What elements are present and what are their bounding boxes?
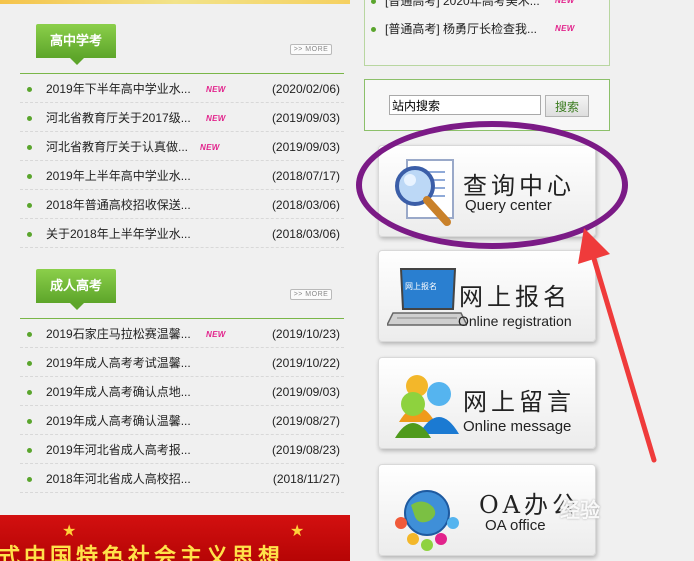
card-title-en: Online message: [463, 418, 572, 435]
list-item[interactable]: 河北省教育厅关于2017级... NEW (2019/09/03): [20, 103, 344, 132]
item-title[interactable]: 河北省教育厅关于2017级...: [46, 103, 191, 133]
bullet-icon: [27, 361, 32, 366]
item-title[interactable]: 2019年成人高考确认点地...: [46, 377, 191, 407]
list-item[interactable]: 河北省教育厅关于认真做... NEW (2019/09/03): [20, 132, 344, 161]
search-button[interactable]: 搜索: [545, 95, 589, 117]
item-title[interactable]: 2019年河北省成人高考报...: [46, 435, 191, 465]
item-date: (2020/02/06): [271, 82, 340, 96]
item-date: (2019/08/23): [271, 443, 340, 457]
list-item[interactable]: [普通高考] 2020年高考美术... NEW: [365, 0, 609, 14]
top-color-bar: [0, 0, 350, 4]
item-title[interactable]: [普通高考] 杨勇厅长检查我...: [385, 16, 537, 42]
bullet-icon: [27, 203, 32, 208]
item-title[interactable]: 2019年成人高考考试温馨...: [46, 348, 191, 378]
item-date: (2019/10/22): [271, 356, 340, 370]
bullet-icon: [371, 0, 376, 4]
section-high-school: 高中学考 >> MORE 2019年下半年高中学业水... NEW (2020/02…: [20, 24, 344, 248]
laptop-screen-label: 网上报名: [405, 282, 437, 291]
list-item[interactable]: 2019年成人高考考试温馨... (2019/10/22): [20, 348, 344, 377]
new-badge: NEW: [206, 114, 226, 123]
item-title[interactable]: 2019年下半年高中学业水...: [46, 74, 191, 104]
news-list: 2019石家庄马拉松赛温馨... NEW (2019/10/23) 2019年成人高…: [20, 319, 344, 493]
watermark-text: 经验: [560, 500, 600, 522]
list-item[interactable]: 2019石家庄马拉松赛温馨... NEW (2019/10/23): [20, 319, 344, 348]
bullet-icon: [27, 419, 32, 424]
tab-high-school[interactable]: 高中学考: [36, 24, 116, 65]
item-date: (2019/09/03): [271, 140, 340, 154]
bullet-icon: [27, 232, 32, 237]
list-item[interactable]: 2019年上半年高中学业水... (2018/07/17): [20, 161, 344, 190]
bullet-icon: [27, 87, 32, 92]
item-date: (2019/10/23): [271, 327, 340, 341]
item-date: (2018/11/27): [272, 472, 340, 486]
item-title[interactable]: 河北省教育厅关于认真做...: [46, 132, 188, 162]
item-date: (2019/08/27): [271, 414, 340, 428]
item-title[interactable]: 关于2018年上半年学业水...: [46, 219, 191, 249]
list-item[interactable]: 2019年成人高考确认点地... (2019/09/03): [20, 377, 344, 406]
list-item[interactable]: 2019年河北省成人高考报... (2019/08/23): [20, 435, 344, 464]
item-date: (2018/03/06): [271, 198, 340, 212]
item-title[interactable]: 2019石家庄马拉松赛温馨...: [46, 319, 191, 349]
annotation-arrow-icon: [578, 228, 657, 463]
section-header: 成人高考 >> MORE: [20, 269, 344, 319]
search-input[interactable]: [389, 95, 541, 115]
bullet-icon: [27, 145, 32, 150]
new-badge: NEW: [206, 330, 226, 339]
banner-text: 式中国特色社会主义思想: [0, 544, 285, 561]
bullet-icon: [27, 477, 32, 482]
news-list: 2019年下半年高中学业水... NEW (2020/02/06) 河北省教育厅关于…: [20, 74, 344, 248]
item-date: (2018/03/06): [271, 227, 340, 241]
list-item[interactable]: 2019年下半年高中学业水... NEW (2020/02/06): [20, 74, 344, 103]
star-icon: ★: [62, 523, 77, 540]
list-item[interactable]: [普通高考] 杨勇厅长检查我... NEW: [365, 16, 609, 42]
globe-people-icon: [395, 490, 459, 551]
item-date: (2019/09/03): [271, 385, 340, 399]
people-icon: [395, 375, 459, 438]
online-message-card[interactable]: 网上留言 Online message: [378, 357, 596, 449]
online-registration-card[interactable]: 网上报名 网上报名 Online registration: [378, 250, 596, 342]
list-item[interactable]: 2018年普通高校招收保送... (2018/03/06): [20, 190, 344, 219]
card-title-cn: 网上留言: [463, 388, 575, 416]
new-badge: NEW: [555, 0, 575, 5]
bullet-icon: [371, 27, 376, 32]
new-badge: NEW: [206, 85, 226, 94]
right-news-list: [普通高考] 2020年高考美术... NEW [普通高考] 杨勇厅长检查我...…: [364, 0, 610, 66]
red-banner[interactable]: ★ ★ 式中国特色社会主义思想: [0, 515, 350, 561]
section-header: 高中学考 >> MORE: [20, 24, 344, 74]
more-button[interactable]: >> MORE: [290, 44, 332, 55]
item-date: (2019/09/03): [271, 111, 340, 125]
section-adult-exam: 成人高考 >> MORE 2019石家庄马拉松赛温馨... NEW (2019/10…: [20, 269, 344, 493]
laptop-icon: [387, 268, 467, 326]
bullet-icon: [27, 116, 32, 121]
list-item[interactable]: 关于2018年上半年学业水... (2018/03/06): [20, 219, 344, 248]
item-title[interactable]: 2018年普通高校招收保送...: [46, 190, 191, 220]
tab-adult-exam[interactable]: 成人高考: [36, 269, 116, 310]
item-title[interactable]: 2019年上半年高中学业水...: [46, 161, 191, 191]
bullet-icon: [27, 174, 32, 179]
new-badge: NEW: [200, 143, 220, 152]
star-icon: ★: [290, 523, 305, 540]
new-badge: NEW: [555, 24, 575, 33]
card-title-en: OA office: [485, 517, 546, 534]
item-title[interactable]: 2018年河北省成人高校招...: [46, 464, 191, 494]
list-item[interactable]: 2019年成人高考确认温馨... (2019/08/27): [20, 406, 344, 435]
bullet-icon: [27, 332, 32, 337]
more-button[interactable]: >> MORE: [290, 289, 332, 300]
item-title[interactable]: [普通高考] 2020年高考美术...: [385, 0, 540, 14]
bullet-icon: [27, 390, 32, 395]
item-date: (2018/07/17): [271, 169, 340, 183]
card-title-cn: 网上报名: [459, 283, 571, 311]
item-title[interactable]: 2019年成人高考确认温馨...: [46, 406, 191, 436]
bullet-icon: [27, 448, 32, 453]
card-title-en: Online registration: [458, 313, 572, 329]
list-item[interactable]: 2018年河北省成人高校招... (2018/11/27): [20, 464, 344, 493]
